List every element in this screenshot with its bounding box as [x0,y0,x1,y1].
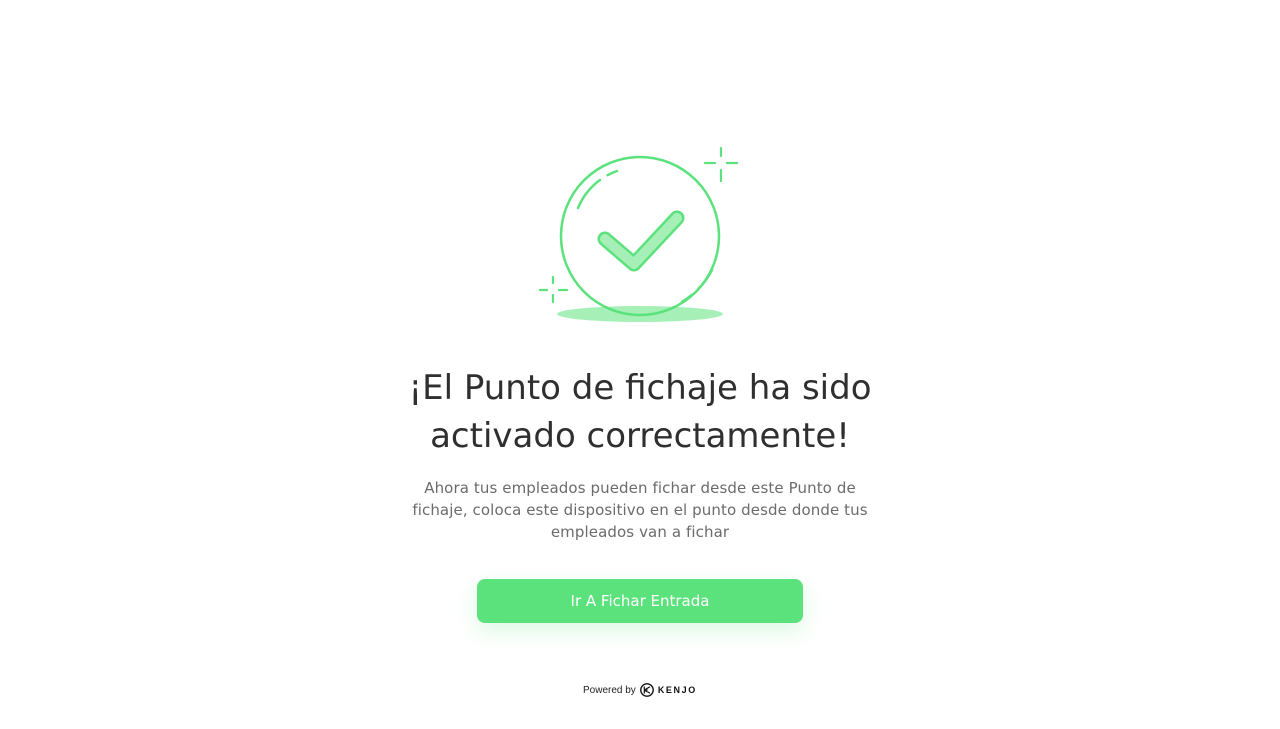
page-title: ¡El Punto de fichaje ha sido activado co… [408,368,872,456]
circle-outline [559,155,721,317]
kenjo-logo-icon [639,683,654,697]
brand-name: KENJO [657,685,697,695]
sparkle-icon-top [703,146,739,183]
check-circle-icon [538,146,739,322]
inner-arc-top [576,169,619,210]
sparkle-icon-bottom [538,275,569,304]
activation-success-page: ¡El Punto de fichaje ha sido activado co… [0,0,1280,729]
go-to-clock-in-button[interactable]: Ir A Fichar Entrada [477,579,803,623]
inner-arc-bottom [678,268,714,305]
powered-by-footer: Powered by KENJO [583,681,697,699]
page-description: Ahora tus empleados pueden fichar desde … [412,479,868,541]
powered-by-label: Powered by [583,684,636,696]
